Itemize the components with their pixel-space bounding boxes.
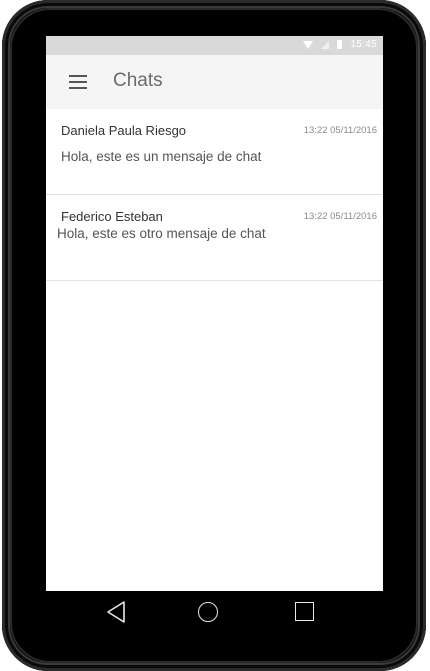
battery-icon	[337, 40, 343, 49]
menu-icon-bar	[69, 87, 87, 89]
chat-contact-name: Federico Esteban	[61, 209, 163, 224]
chat-list-item[interactable]: Federico Esteban 13:22 05/11/2016 Hola, …	[46, 195, 383, 281]
menu-icon-bar	[69, 75, 87, 77]
device-frame: 15:45 Chats Daniela Paula Riesgo 13:22 0…	[2, 0, 426, 671]
chat-list: Daniela Paula Riesgo 13:22 05/11/2016 Ho…	[46, 109, 383, 281]
page-title: Chats	[113, 70, 163, 91]
recents-icon[interactable]	[295, 602, 314, 621]
chat-message-preview: Hola, este es otro mensaje de chat	[57, 226, 266, 241]
menu-icon[interactable]	[69, 75, 87, 89]
toolbar: Chats	[46, 55, 383, 109]
screen: 15:45 Chats Daniela Paula Riesgo 13:22 0…	[46, 36, 383, 635]
back-icon[interactable]	[106, 601, 126, 623]
navigation-bar	[46, 591, 383, 635]
status-time: 15:45	[350, 39, 377, 50]
signal-icon	[321, 40, 330, 49]
home-icon[interactable]	[198, 602, 218, 622]
status-bar: 15:45	[46, 36, 383, 55]
chat-list-item[interactable]: Daniela Paula Riesgo 13:22 05/11/2016 Ho…	[46, 109, 383, 195]
status-icons: 15:45	[303, 39, 377, 50]
chat-contact-name: Daniela Paula Riesgo	[61, 123, 187, 138]
wifi-icon	[303, 40, 314, 49]
menu-icon-bar	[69, 81, 87, 83]
chat-message-preview: Hola, este es un mensaje de chat	[61, 149, 262, 164]
chat-timestamp: 13:22 05/11/2016	[303, 125, 377, 136]
chat-timestamp: 13:22 05/11/2016	[303, 211, 377, 222]
